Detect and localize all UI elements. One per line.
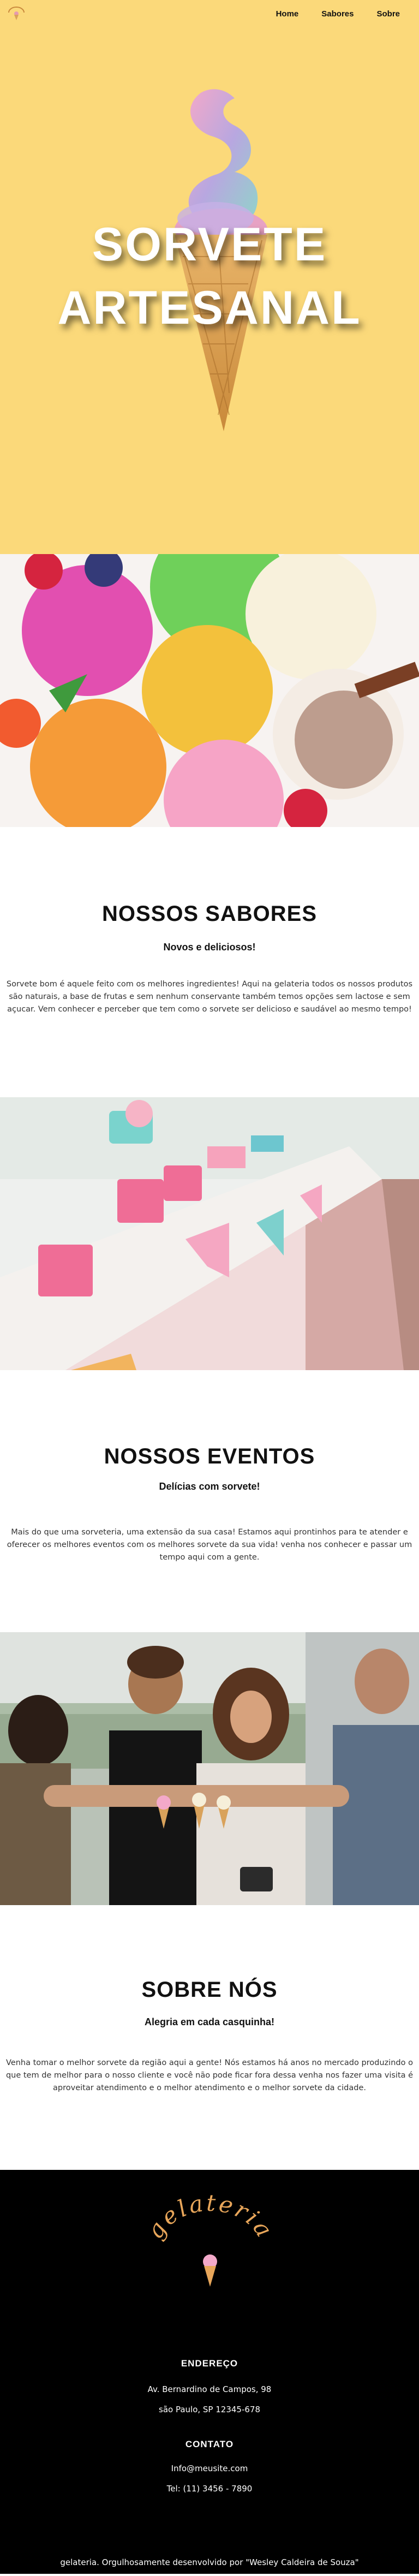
footer-credit: gelateria. Orgulhosamente desenvolvido p… [60, 2557, 359, 2567]
sobre-section: SOBRE NÓS Alegria em cada casquinha! Ven… [0, 1905, 419, 2170]
address-line-2: são Paulo, SP 12345-678 [159, 2405, 260, 2414]
sobre-subtitle: Alegria em cada casquinha! [144, 2016, 275, 2027]
nav-links: Home Sabores Sobre [265, 9, 411, 19]
party-table-image [0, 1097, 419, 1370]
nav-link-sobre[interactable]: Sobre [365, 9, 411, 19]
eventos-title: NOSSOS EVENTOS [104, 1444, 315, 1468]
footer-logo-icon: gelateria [141, 2190, 279, 2287]
nav-link-home[interactable]: Home [265, 9, 310, 19]
footer-logo: gelateria [0, 2170, 419, 2287]
eventos-subtitle: Delícias com sorvete! [159, 1481, 260, 1492]
hero-section: SORVETE ARTESANAL [0, 0, 419, 554]
contact-phone: Tel: (11) 3456 - 7890 [166, 2484, 253, 2494]
address-line-1: Av. Bernardino de Campos, 98 [147, 2384, 272, 2394]
sabores-section: NOSSOS SABORES Novos e deliciosos! Sorve… [0, 827, 419, 1097]
sabores-text: Sorvete bom é aquele feito com os melhor… [6, 980, 413, 1014]
top-navigation: Home Sabores Sobre [0, 0, 419, 27]
hero-title: SORVETE ARTESANAL [57, 218, 362, 334]
sabores-title: NOSSOS SABORES [101, 902, 318, 926]
sobre-text: Venha tomar o melhor sorvete da região a… [5, 2059, 414, 2092]
contact-email[interactable]: Info@meusite.com [0, 2464, 419, 2473]
footer-logo-text: gelateria [141, 2190, 277, 2244]
ice-cream-scoops-image [0, 554, 419, 827]
eventos-text: Mais do que uma sorveteria, uma extensão… [7, 1528, 412, 1562]
address-heading: ENDEREÇO [181, 2358, 238, 2369]
gelateria-logo-icon[interactable] [4, 3, 28, 25]
eventos-section: NOSSOS EVENTOS Delícias com sorvete! Mai… [0, 1370, 419, 1632]
sabores-subtitle: Novos e deliciosos! [163, 942, 256, 953]
sobre-title: SOBRE NÓS [141, 1978, 278, 2002]
nav-link-sabores[interactable]: Sabores [310, 9, 365, 19]
friends-with-ice-cream-image [0, 1632, 419, 1905]
svg-text:gelateria: gelateria [141, 2190, 279, 2244]
footer: gelateria ENDEREÇO Av. Bernardino de Cam… [0, 2170, 419, 2574]
contact-heading: CONTATO [185, 2439, 234, 2449]
